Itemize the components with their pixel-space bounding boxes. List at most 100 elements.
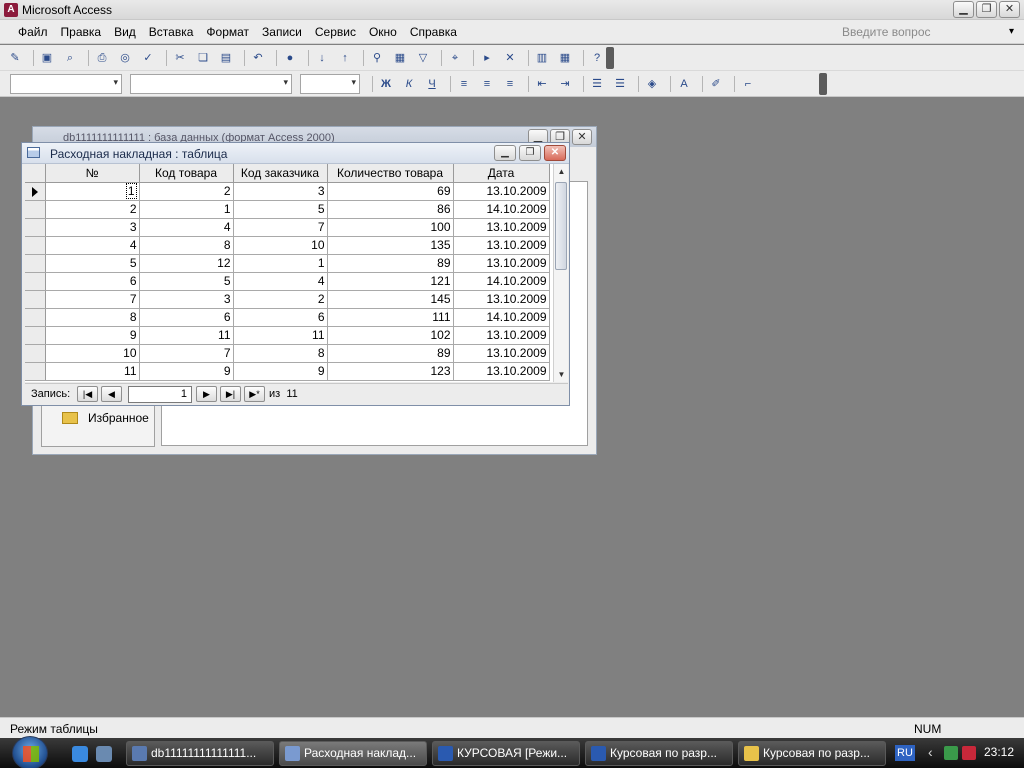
table-cell[interactable]: 3 — [139, 290, 234, 309]
undo-icon[interactable]: ↶ — [249, 50, 267, 66]
record-selector[interactable] — [25, 290, 46, 309]
scroll-thumb[interactable] — [555, 182, 567, 270]
table-row[interactable]: 11 9 9 123 13.10.2009 — [25, 362, 550, 381]
table-restore-button[interactable]: ❐ — [519, 145, 541, 161]
table-row[interactable]: 3 4 7 100 13.10.2009 — [25, 218, 550, 237]
apply-filter-icon[interactable]: ▽ — [414, 50, 432, 66]
align-center-icon[interactable]: ≡ — [478, 76, 496, 92]
db-close-button[interactable]: ✕ — [572, 129, 592, 145]
paste-icon[interactable]: ▤ — [217, 50, 235, 66]
table-row[interactable]: 7 3 2 145 13.10.2009 — [25, 290, 550, 309]
table-cell[interactable]: 4 — [45, 236, 140, 255]
record-selector[interactable] — [25, 218, 46, 237]
record-selector[interactable] — [25, 254, 46, 273]
table-cell[interactable]: 5 — [45, 254, 140, 273]
increase-indent-icon[interactable]: ⇥ — [556, 76, 574, 92]
internet-explorer-icon[interactable] — [72, 746, 88, 762]
record-selector[interactable] — [25, 236, 46, 255]
previous-record-button[interactable]: ◀ — [101, 386, 122, 402]
new-object-icon[interactable]: ▦ — [556, 50, 574, 66]
table-cell[interactable]: 5 — [233, 200, 328, 219]
table-row[interactable]: 5 12 1 89 13.10.2009 — [25, 254, 550, 273]
table-cell[interactable]: 4 — [139, 218, 234, 237]
table-cell[interactable]: 12 — [139, 254, 234, 273]
sort-ascending-icon[interactable]: ↓ — [313, 50, 331, 66]
sort-descending-icon[interactable]: ↑ — [336, 50, 354, 66]
table-cell[interactable]: 1 — [233, 254, 328, 273]
spelling-icon[interactable]: ✓ — [139, 50, 157, 66]
table-cell[interactable]: 13.10.2009 — [453, 290, 550, 309]
language-indicator[interactable]: RU — [895, 745, 915, 761]
minimize-button[interactable]: ▁ — [953, 1, 974, 18]
table-cell[interactable]: 102 — [327, 326, 454, 345]
table-cell[interactable]: 69 — [327, 182, 454, 201]
numbering-icon[interactable]: ☰ — [588, 76, 606, 92]
menu-tools[interactable]: Сервис — [315, 25, 356, 39]
column-header[interactable]: Дата — [453, 164, 550, 183]
table-row[interactable]: 9 11 11 102 13.10.2009 — [25, 326, 550, 345]
bold-icon[interactable]: Ж — [377, 76, 395, 92]
table-cell[interactable]: 3 — [45, 218, 140, 237]
align-right-icon[interactable]: ≡ — [501, 76, 519, 92]
task-table-window[interactable]: Расходная наклад... — [279, 741, 427, 766]
table-minimize-button[interactable]: ▁ — [494, 145, 516, 161]
menu-help[interactable]: Справка — [410, 25, 457, 39]
table-cell[interactable]: 123 — [327, 362, 454, 381]
print-preview-icon[interactable]: ◎ — [116, 50, 134, 66]
table-cell[interactable]: 7 — [45, 290, 140, 309]
column-header[interactable]: Код заказчика — [233, 164, 328, 183]
table-close-button[interactable]: ✕ — [544, 145, 566, 161]
find-icon[interactable]: ⌖ — [446, 50, 464, 66]
table-cell[interactable]: 10 — [233, 236, 328, 255]
record-selector[interactable] — [25, 326, 46, 345]
table-cell[interactable]: 13.10.2009 — [453, 236, 550, 255]
record-selector[interactable] — [25, 362, 46, 381]
column-header[interactable]: Количество товара — [327, 164, 454, 183]
show-desktop-icon[interactable] — [96, 746, 112, 762]
object-combo[interactable] — [10, 74, 122, 94]
task-word-doc-1[interactable]: КУРСОВАЯ [Режи... — [432, 741, 580, 766]
font-size-combo[interactable] — [300, 74, 360, 94]
task-folder[interactable]: Курсовая по разр... — [738, 741, 886, 766]
record-selector[interactable] — [25, 272, 46, 291]
table-cell[interactable]: 1 — [139, 200, 234, 219]
table-cell[interactable]: 13.10.2009 — [453, 326, 550, 345]
bullets-icon[interactable]: ☰ — [611, 76, 629, 92]
table-cell[interactable]: 13.10.2009 — [453, 254, 550, 273]
table-row[interactable]: 4 8 10 135 13.10.2009 — [25, 236, 550, 255]
search-file-icon[interactable]: ⌕ — [61, 50, 79, 66]
hyperlink-icon[interactable]: ● — [281, 50, 299, 66]
table-cell[interactable]: 3 — [233, 182, 328, 201]
table-cell[interactable]: 121 — [327, 272, 454, 291]
next-record-button[interactable]: ▶ — [196, 386, 217, 402]
menu-edit[interactable]: Правка — [61, 25, 102, 39]
restore-button[interactable]: ❐ — [976, 1, 997, 18]
table-cell[interactable]: 10 — [45, 344, 140, 363]
decrease-indent-icon[interactable]: ⇤ — [533, 76, 551, 92]
table-cell[interactable]: 6 — [45, 272, 140, 291]
table-cell[interactable]: 2 — [45, 200, 140, 219]
table-row[interactable]: 2 1 5 86 14.10.2009 — [25, 200, 550, 219]
table-cell[interactable]: 2 — [233, 290, 328, 309]
menu-file[interactable]: Файл — [18, 25, 48, 39]
fill-color-icon[interactable]: ◈ — [643, 76, 661, 92]
table-cell[interactable]: 135 — [327, 236, 454, 255]
copy-icon[interactable]: ❏ — [194, 50, 212, 66]
record-selector[interactable] — [25, 200, 46, 219]
table-cell[interactable]: 8 — [233, 344, 328, 363]
table-cell[interactable]: 89 — [327, 254, 454, 273]
table-row[interactable]: 6 5 4 121 14.10.2009 — [25, 272, 550, 291]
favorites-group[interactable]: Избранное — [62, 411, 149, 425]
clock[interactable]: 23:12 — [984, 745, 1014, 759]
table-cell[interactable]: 11 — [45, 362, 140, 381]
table-cell[interactable]: 13.10.2009 — [453, 344, 550, 363]
antivirus-icon[interactable] — [962, 746, 976, 760]
table-cell[interactable]: 9 — [139, 362, 234, 381]
menu-view[interactable]: Вид — [114, 25, 136, 39]
print-icon[interactable]: ⎙ — [93, 50, 111, 66]
font-name-combo[interactable] — [130, 74, 292, 94]
table-cell[interactable]: 100 — [327, 218, 454, 237]
italic-icon[interactable]: К — [400, 76, 418, 92]
line-color-icon[interactable]: ✐ — [707, 76, 725, 92]
view-icon[interactable]: ✎ — [6, 50, 24, 66]
